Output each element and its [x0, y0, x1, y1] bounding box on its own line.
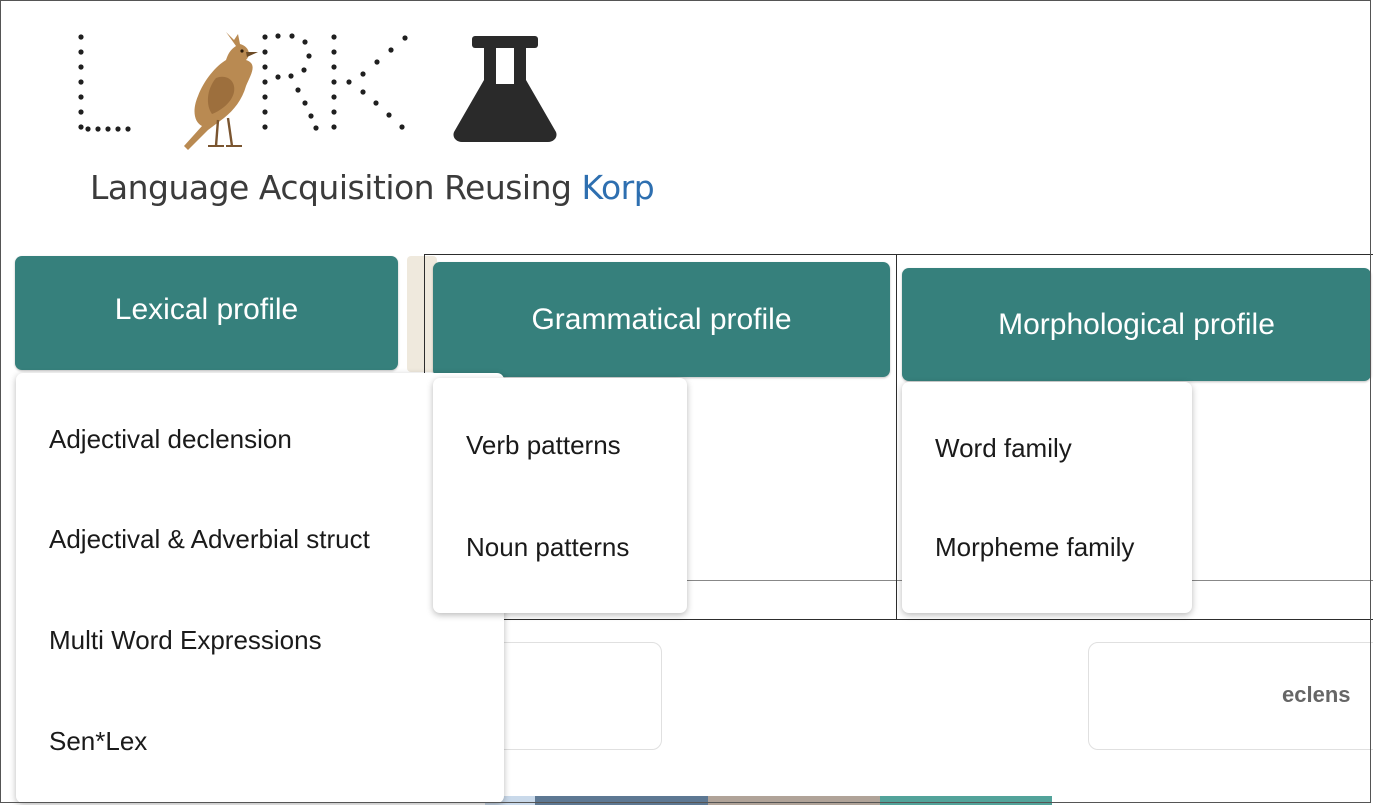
menu-item-morpheme-family[interactable]: Morpheme family: [935, 532, 1134, 563]
site-tagline: Language Acquisition Reusing Korp: [90, 168, 655, 207]
menu-item-word-family[interactable]: Word family: [935, 433, 1072, 464]
grammatical-profile-menu: Verb patterns Noun patterns: [433, 378, 687, 613]
tagline-text: Language Acquisition Reusing: [90, 168, 582, 207]
lark-logo: [76, 30, 411, 165]
menu-item-adjectival-adverbial-structures[interactable]: Adjectival & Adverbial struct: [49, 524, 370, 555]
menu-item-multi-word-expressions[interactable]: Multi Word Expressions: [49, 625, 322, 656]
menu-item-verb-patterns[interactable]: Verb patterns: [466, 430, 621, 461]
background-card: [490, 642, 662, 750]
grammatical-profile-button[interactable]: Grammatical profile: [433, 262, 890, 377]
morphological-profile-button[interactable]: Morphological profile: [902, 268, 1371, 381]
tagline-korp-link[interactable]: Korp: [581, 168, 654, 207]
menu-item-adjectival-declension[interactable]: Adjectival declension: [49, 424, 292, 455]
background-card-label: eclens: [1282, 682, 1351, 707]
lark-bird-icon: [184, 32, 258, 150]
lexical-profile-button[interactable]: Lexical profile: [15, 256, 398, 370]
menu-item-noun-patterns[interactable]: Noun patterns: [466, 532, 629, 563]
flask-icon: [452, 36, 558, 142]
lexical-profile-menu: Adjectival declension Adjectival & Adver…: [16, 373, 504, 803]
menu-item-senlex[interactable]: Sen*Lex: [49, 726, 147, 757]
color-strip: [708, 796, 880, 805]
morphological-profile-menu: Word family Morpheme family: [902, 382, 1192, 613]
color-strip: [535, 796, 708, 805]
color-strip: [880, 796, 1052, 805]
